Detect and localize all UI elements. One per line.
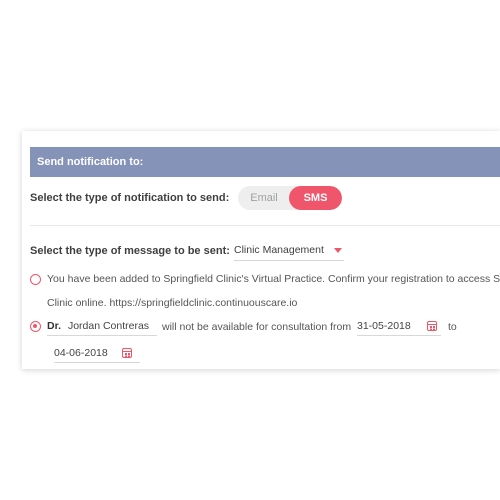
- message-type-select[interactable]: Clinic Management: [234, 242, 344, 261]
- doctor-name-field[interactable]: Dr. Jordan Contreras: [47, 319, 157, 336]
- to-date-value: 04-06-2018: [54, 347, 108, 359]
- from-date-value: 31-05-2018: [357, 320, 411, 332]
- panel-header-title: Send notification to:: [37, 156, 144, 168]
- unavailable-radio[interactable]: [30, 321, 41, 332]
- to-date-field[interactable]: 04-06-2018: [54, 346, 140, 363]
- doctor-prefix: Dr.: [47, 320, 62, 332]
- caret-down-icon: [334, 248, 342, 253]
- sms-option[interactable]: SMS: [289, 186, 342, 210]
- unavailable-middle-text: will not be available for consultation f…: [162, 321, 352, 333]
- notification-type-label: Select the type of notification to send:: [30, 192, 230, 204]
- calendar-icon[interactable]: [122, 348, 132, 358]
- from-date-field[interactable]: 31-05-2018: [357, 319, 441, 336]
- message-type-value: Clinic Management: [234, 244, 324, 256]
- panel-header: Send notification to:: [30, 147, 500, 177]
- notification-panel: Send notification to: Select the type of…: [22, 131, 500, 369]
- divider: [30, 225, 500, 226]
- notification-type-toggle[interactable]: Email SMS: [238, 186, 342, 210]
- calendar-icon[interactable]: [427, 321, 437, 331]
- registration-radio[interactable]: [30, 274, 41, 285]
- message-type-label: Select the type of message to be sent:: [30, 245, 230, 257]
- email-option[interactable]: Email: [238, 186, 290, 210]
- registration-message-line1: You have been added to Springfield Clini…: [47, 273, 500, 285]
- registration-message-line2: Clinic online. https://springfieldclinic…: [47, 297, 298, 309]
- to-label: to: [448, 321, 457, 333]
- doctor-name: Jordan Contreras: [67, 320, 150, 332]
